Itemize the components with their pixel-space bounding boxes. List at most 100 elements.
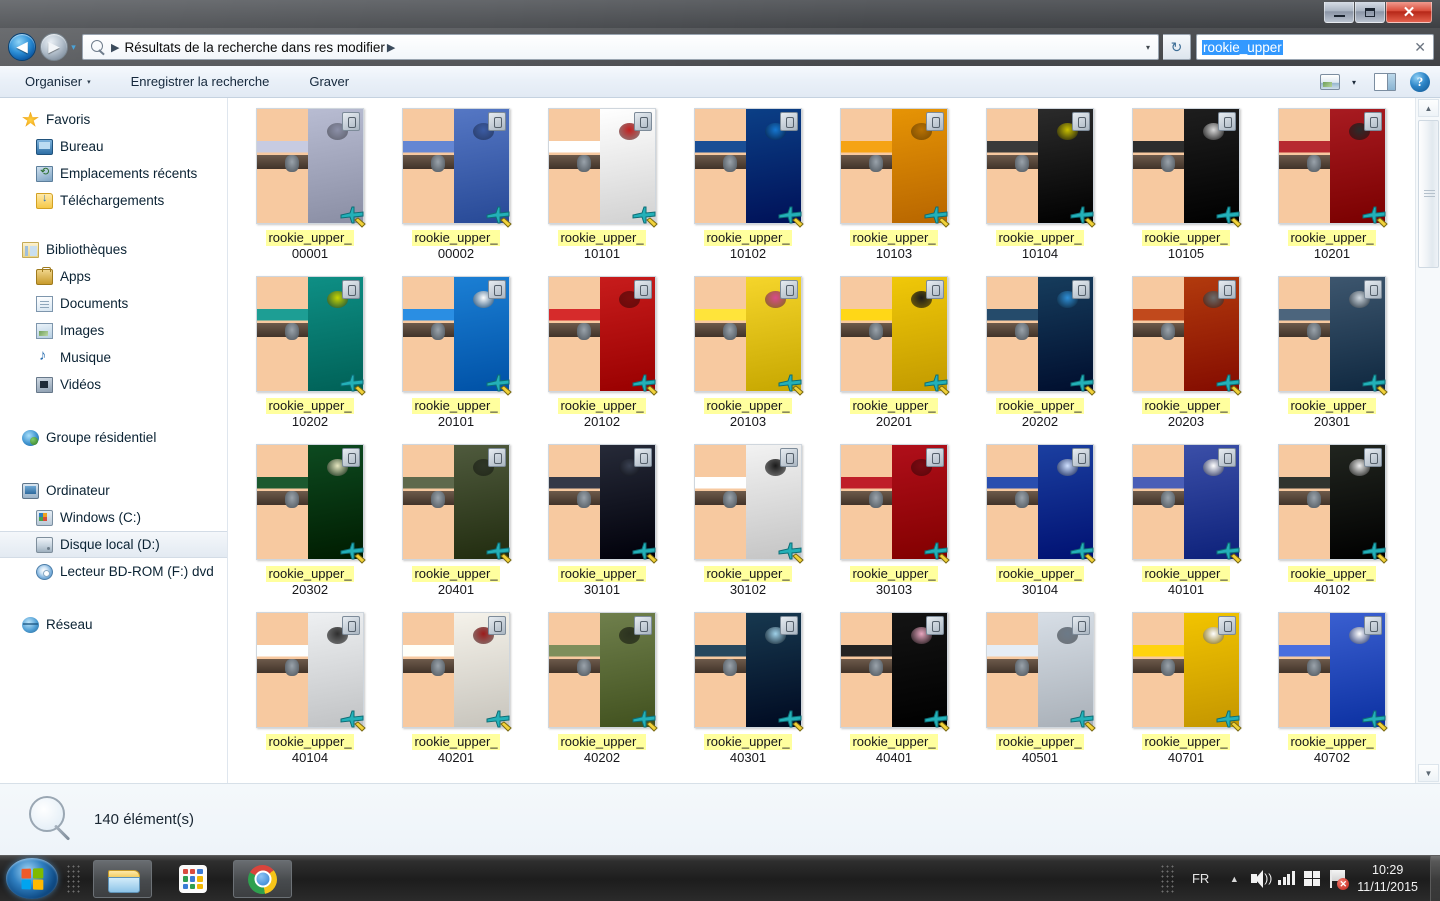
- file-tile[interactable]: rookie_upper_40104: [237, 610, 383, 778]
- file-name-label[interactable]: rookie_upper_30101: [558, 566, 645, 598]
- file-name-label[interactable]: rookie_upper_20301: [1288, 398, 1375, 430]
- file-thumbnail[interactable]: [694, 612, 802, 728]
- search-box[interactable]: rookie_upper ✕: [1196, 34, 1434, 60]
- file-tile[interactable]: rookie_upper_40401: [821, 610, 967, 778]
- file-tile[interactable]: rookie_upper_00002: [383, 106, 529, 274]
- sidebar-item-windows-c[interactable]: Windows (C:): [0, 504, 227, 531]
- file-name-label[interactable]: rookie_upper_20201: [850, 398, 937, 430]
- taskbar-item-chrome[interactable]: [233, 860, 292, 898]
- file-name-label[interactable]: rookie_upper_10104: [996, 230, 1083, 262]
- file-thumbnail[interactable]: [840, 444, 948, 560]
- file-tile[interactable]: rookie_upper_10103: [821, 106, 967, 274]
- search-input[interactable]: rookie_upper: [1202, 40, 1283, 55]
- language-indicator[interactable]: FR: [1180, 871, 1221, 886]
- file-tile[interactable]: rookie_upper_40501: [967, 610, 1113, 778]
- file-name-label[interactable]: rookie_upper_40501: [996, 734, 1083, 766]
- file-thumbnail[interactable]: [548, 276, 656, 392]
- file-tile[interactable]: rookie_upper_20102: [529, 274, 675, 442]
- file-name-label[interactable]: rookie_upper_40202: [558, 734, 645, 766]
- file-name-label[interactable]: rookie_upper_10201: [1288, 230, 1375, 262]
- file-thumbnail[interactable]: [986, 276, 1094, 392]
- action-center-icon[interactable]: ✕: [1325, 866, 1351, 892]
- navigation-pane[interactable]: Favoris Bureau Emplacements récents Télé…: [0, 98, 228, 783]
- network-signal-icon[interactable]: [1273, 866, 1299, 892]
- refresh-button[interactable]: ↻: [1163, 34, 1191, 60]
- file-thumbnail[interactable]: [256, 612, 364, 728]
- address-dropdown-icon[interactable]: ▾: [1142, 43, 1154, 53]
- file-tile[interactable]: rookie_upper_30103: [821, 442, 967, 610]
- file-thumbnail[interactable]: [694, 444, 802, 560]
- file-thumbnail[interactable]: [548, 108, 656, 224]
- scroll-up-button[interactable]: ▲: [1418, 99, 1439, 117]
- file-tile[interactable]: rookie_upper_10105: [1113, 106, 1259, 274]
- clear-search-icon[interactable]: ✕: [1414, 39, 1426, 55]
- file-name-label[interactable]: rookie_upper_40104: [266, 734, 353, 766]
- file-thumbnail[interactable]: [548, 444, 656, 560]
- file-tile[interactable]: rookie_upper_20101: [383, 274, 529, 442]
- file-name-label[interactable]: rookie_upper_40101: [1142, 566, 1229, 598]
- sidebar-item-bibliotheques[interactable]: Bibliothèques: [0, 236, 227, 263]
- taskbar-item-apps[interactable]: [163, 860, 222, 898]
- file-thumbnail[interactable]: [694, 108, 802, 224]
- file-thumbnail[interactable]: [1278, 276, 1386, 392]
- sidebar-item-ordinateur[interactable]: Ordinateur: [0, 477, 227, 504]
- file-tile[interactable]: rookie_upper_40301: [675, 610, 821, 778]
- file-name-label[interactable]: rookie_upper_30104: [996, 566, 1083, 598]
- address-bar[interactable]: ▶ Résultats de la recherche dans res mod…: [82, 34, 1159, 60]
- file-tile[interactable]: rookie_upper_40202: [529, 610, 675, 778]
- save-search-button[interactable]: Enregistrer la recherche: [122, 70, 279, 93]
- sidebar-item-lecteur-bd-rom-f[interactable]: Lecteur BD-ROM (F:) dvd: [0, 558, 227, 585]
- file-name-label[interactable]: rookie_upper_10102: [704, 230, 791, 262]
- file-thumbnail[interactable]: [840, 276, 948, 392]
- sidebar-item-images[interactable]: Images: [0, 317, 227, 344]
- sidebar-item-disque-local-d[interactable]: Disque local (D:): [0, 531, 227, 558]
- file-thumbnail[interactable]: [402, 276, 510, 392]
- file-thumbnail[interactable]: [402, 612, 510, 728]
- show-hidden-icons-icon[interactable]: ▲: [1221, 866, 1247, 892]
- file-name-label[interactable]: rookie_upper_40401: [850, 734, 937, 766]
- file-thumbnail[interactable]: [256, 108, 364, 224]
- file-tile[interactable]: rookie_upper_30104: [967, 442, 1113, 610]
- file-thumbnail[interactable]: [1132, 276, 1240, 392]
- maximize-button[interactable]: [1355, 2, 1385, 23]
- sidebar-item-apps[interactable]: Apps: [0, 263, 227, 290]
- file-name-label[interactable]: rookie_upper_10202: [266, 398, 353, 430]
- file-tile[interactable]: rookie_upper_40701: [1113, 610, 1259, 778]
- file-thumbnail[interactable]: [1132, 108, 1240, 224]
- file-tile[interactable]: rookie_upper_40201: [383, 610, 529, 778]
- file-tile[interactable]: rookie_upper_10102: [675, 106, 821, 274]
- file-thumbnail[interactable]: [840, 108, 948, 224]
- file-name-label[interactable]: rookie_upper_30103: [850, 566, 937, 598]
- show-desktop-button[interactable]: [1430, 856, 1440, 901]
- file-name-label[interactable]: rookie_upper_40102: [1288, 566, 1375, 598]
- file-tile[interactable]: rookie_upper_20201: [821, 274, 967, 442]
- file-tile[interactable]: rookie_upper_40101: [1113, 442, 1259, 610]
- organize-button[interactable]: Organiser ▾: [16, 70, 100, 93]
- sidebar-item-telechargements[interactable]: Téléchargements: [0, 187, 227, 214]
- vertical-scrollbar[interactable]: ▲ ▼: [1415, 98, 1440, 783]
- file-thumbnail[interactable]: [402, 444, 510, 560]
- sidebar-item-musique[interactable]: Musique: [0, 344, 227, 371]
- tray-drag-handle[interactable]: [1160, 864, 1176, 894]
- sidebar-item-groupe-residentiel[interactable]: Groupe résidentiel: [0, 424, 227, 451]
- close-button[interactable]: ✕: [1386, 2, 1432, 23]
- file-name-label[interactable]: rookie_upper_20302: [266, 566, 353, 598]
- file-name-label[interactable]: rookie_upper_20101: [412, 398, 499, 430]
- file-list-view[interactable]: rookie_upper_00001rookie_upper_00002rook…: [229, 98, 1415, 783]
- taskbar-drag-handle[interactable]: [66, 864, 82, 894]
- file-thumbnail[interactable]: [986, 612, 1094, 728]
- forward-button[interactable]: ▶: [40, 33, 68, 61]
- change-view-chevron-icon[interactable]: ▾: [1344, 78, 1364, 87]
- file-tile[interactable]: rookie_upper_10101: [529, 106, 675, 274]
- sidebar-item-emplacements-recents[interactable]: Emplacements récents: [0, 160, 227, 187]
- scrollbar-thumb[interactable]: [1418, 120, 1439, 268]
- sidebar-item-reseau[interactable]: Réseau: [0, 611, 227, 638]
- breadcrumb-path[interactable]: Résultats de la recherche dans res modif…: [124, 40, 384, 55]
- sidebar-item-bureau[interactable]: Bureau: [0, 133, 227, 160]
- file-name-label[interactable]: rookie_upper_10101: [558, 230, 645, 262]
- sidebar-item-favoris[interactable]: Favoris: [0, 106, 227, 133]
- file-tile[interactable]: rookie_upper_20202: [967, 274, 1113, 442]
- file-tile[interactable]: rookie_upper_10201: [1259, 106, 1405, 274]
- file-name-label[interactable]: rookie_upper_40201: [412, 734, 499, 766]
- help-icon[interactable]: ?: [1410, 72, 1430, 92]
